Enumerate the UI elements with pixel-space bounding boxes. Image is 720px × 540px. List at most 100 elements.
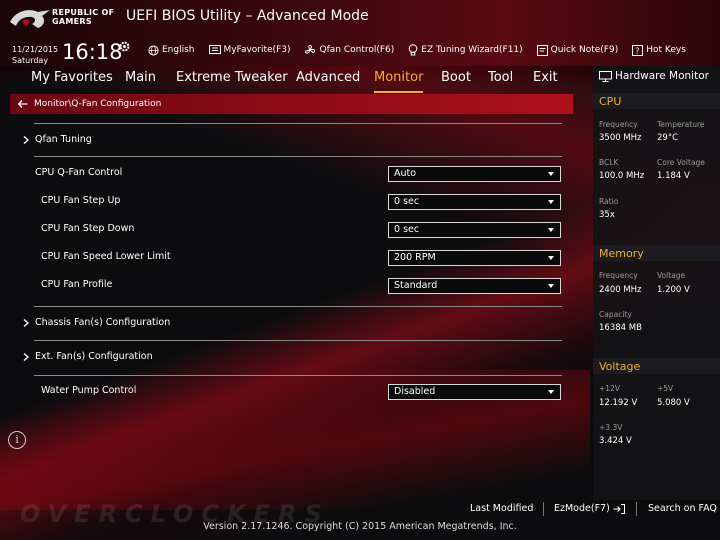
cpu-fan-step-up-value: 0 sec [394,196,420,207]
cpu-fan-speed-lower-limit-value: 200 RPM [394,252,436,263]
cpu-fan-profile-label: CPU Fan Profile [41,279,113,290]
v12-label: +12V [599,384,620,393]
language-label: English [162,45,195,55]
tab-boot[interactable]: Boot [441,66,471,90]
memory-frequency-label: Frequency [599,271,638,280]
cpu-temperature-value: 29°C [657,133,679,143]
chevron-right-icon [23,136,29,144]
divider [34,306,562,307]
cpu-fan-step-down-select[interactable]: 0 sec [388,222,561,238]
ext-fans-config-item[interactable]: Ext. Fan(s) Configuration [35,351,153,362]
hot-keys-label: Hot Keys [646,45,686,55]
memory-heading: Memory [599,247,644,260]
ez-tuning-wizard-button[interactable]: EZ Tuning Wizard(F11) [408,42,523,58]
qfan-control-button[interactable]: Qfan Control(F6) [304,42,394,58]
tab-my-favorites[interactable]: My Favorites [31,66,113,90]
day-text: Saturday [12,56,49,65]
tab-exit[interactable]: Exit [533,66,558,90]
clock-display: 16:18 [62,40,123,64]
cpu-fan-step-up-label: CPU Fan Step Up [41,195,121,206]
info-icon[interactable]: i [8,431,26,449]
language-button[interactable]: English [148,42,195,58]
myfavorite-label: MyFavorite(F3) [223,45,291,55]
exit-arrow-icon [613,503,625,514]
date-text: 11/21/2015 [12,45,59,54]
water-pump-control-label: Water Pump Control [41,385,137,396]
quick-note-label: Quick Note(F9) [550,45,619,55]
hot-keys-button[interactable]: ? Hot Keys [632,42,686,58]
tab-tool[interactable]: Tool [488,66,513,90]
breadcrumb: Monitor\Q-Fan Configuration [10,94,573,114]
svg-text:?: ? [635,46,639,55]
capacity-value: 16384 MB [599,323,642,333]
ez-tuning-wizard-label: EZ Tuning Wizard(F11) [421,45,523,55]
cpu-qfan-control-select[interactable]: Auto [388,166,561,182]
tab-main[interactable]: Main [125,66,156,90]
window-title: UEFI BIOS Utility – Advanced Mode [126,8,369,24]
hardware-monitor-title: Hardware Monitor [599,70,709,82]
cpu-fan-profile-select[interactable]: Standard [388,278,561,294]
v33-value: 3.424 V [599,436,632,446]
quick-note-button[interactable]: Quick Note(F9) [536,42,619,58]
cpu-fan-step-down-value: 0 sec [394,224,420,235]
hardware-monitor-panel [593,66,720,500]
tab-advanced[interactable]: Advanced [296,66,360,90]
chevron-down-icon [548,228,554,232]
divider [34,375,562,376]
voltage-heading: Voltage [599,360,641,373]
globe-icon [148,44,159,56]
last-modified-button[interactable]: Last Modified [470,503,533,514]
memory-voltage-label: Voltage [657,271,686,280]
capacity-label: Capacity [599,310,632,319]
tab-monitor[interactable]: Monitor [374,66,424,93]
qfan-tuning-item[interactable]: Qfan Tuning [35,134,92,145]
v5-label: +5V [657,384,674,393]
tab-extreme-tweaker[interactable]: Extreme Tweaker [176,66,288,90]
ezmode-button[interactable]: EzMode(F7) [554,503,625,514]
cpu-qfan-control-value: Auto [394,168,417,179]
cpu-heading: CPU [599,95,622,108]
gear-icon[interactable] [118,40,131,53]
help-icon: ? [632,44,644,56]
fan-icon [305,44,316,54]
version-text: Version 2.17.1246. Copyright (C) 2015 Am… [203,521,517,532]
memory-frequency-value: 2400 MHz [599,285,642,295]
chevron-down-icon [548,256,554,260]
cpu-frequency-label: Frequency [599,120,638,129]
bclk-value: 100.0 MHz [599,171,645,181]
v33-label: +3.3V [599,423,623,432]
cpu-fan-profile-value: Standard [394,280,438,291]
top-toolbar: English MyFavorite(F3) Qfan Control(F6) … [148,42,700,58]
cpu-frequency-value: 3500 MHz [599,133,642,143]
date-display: 11/21/2015 Saturday [12,44,58,66]
v12-value: 12.192 V [599,398,638,408]
search-on-faq-button[interactable]: Search on FAQ [648,503,717,514]
bclk-label: BCLK [599,158,619,167]
rog-logo-icon [10,10,50,28]
main-tabs: My Favorites Main Extreme Tweaker Advanc… [0,66,590,93]
ratio-value: 35x [599,210,615,220]
v5-value: 5.080 V [657,398,690,408]
chassis-fans-config-item[interactable]: Chassis Fan(s) Configuration [35,317,170,328]
monitor-icon [599,70,612,82]
cpu-fan-step-up-select[interactable]: 0 sec [388,194,561,210]
breadcrumb-text: Monitor\Q-Fan Configuration [34,99,162,109]
chevron-down-icon [548,172,554,176]
cpu-fan-step-down-label: CPU Fan Step Down [41,223,135,234]
core-voltage-label: Core Voltage [657,158,705,167]
divider [34,340,562,341]
chevron-right-icon [23,353,29,361]
ratio-label: Ratio [599,197,619,206]
lightbulb-icon [408,44,418,56]
footer-divider [636,502,637,516]
water-pump-control-select[interactable]: Disabled [388,384,561,400]
chevron-down-icon [548,390,554,394]
back-arrow-icon[interactable] [18,100,28,108]
chevron-right-icon [23,319,29,327]
cpu-qfan-control-label: CPU Q-Fan Control [35,167,123,178]
myfavorite-button[interactable]: MyFavorite(F3) [208,42,291,58]
ezmode-label: EzMode(F7) [554,503,610,514]
brand-text: REPUBLIC OF GAMERS [52,8,115,26]
cpu-fan-speed-lower-limit-select[interactable]: 200 RPM [388,250,561,266]
divider [34,123,562,124]
